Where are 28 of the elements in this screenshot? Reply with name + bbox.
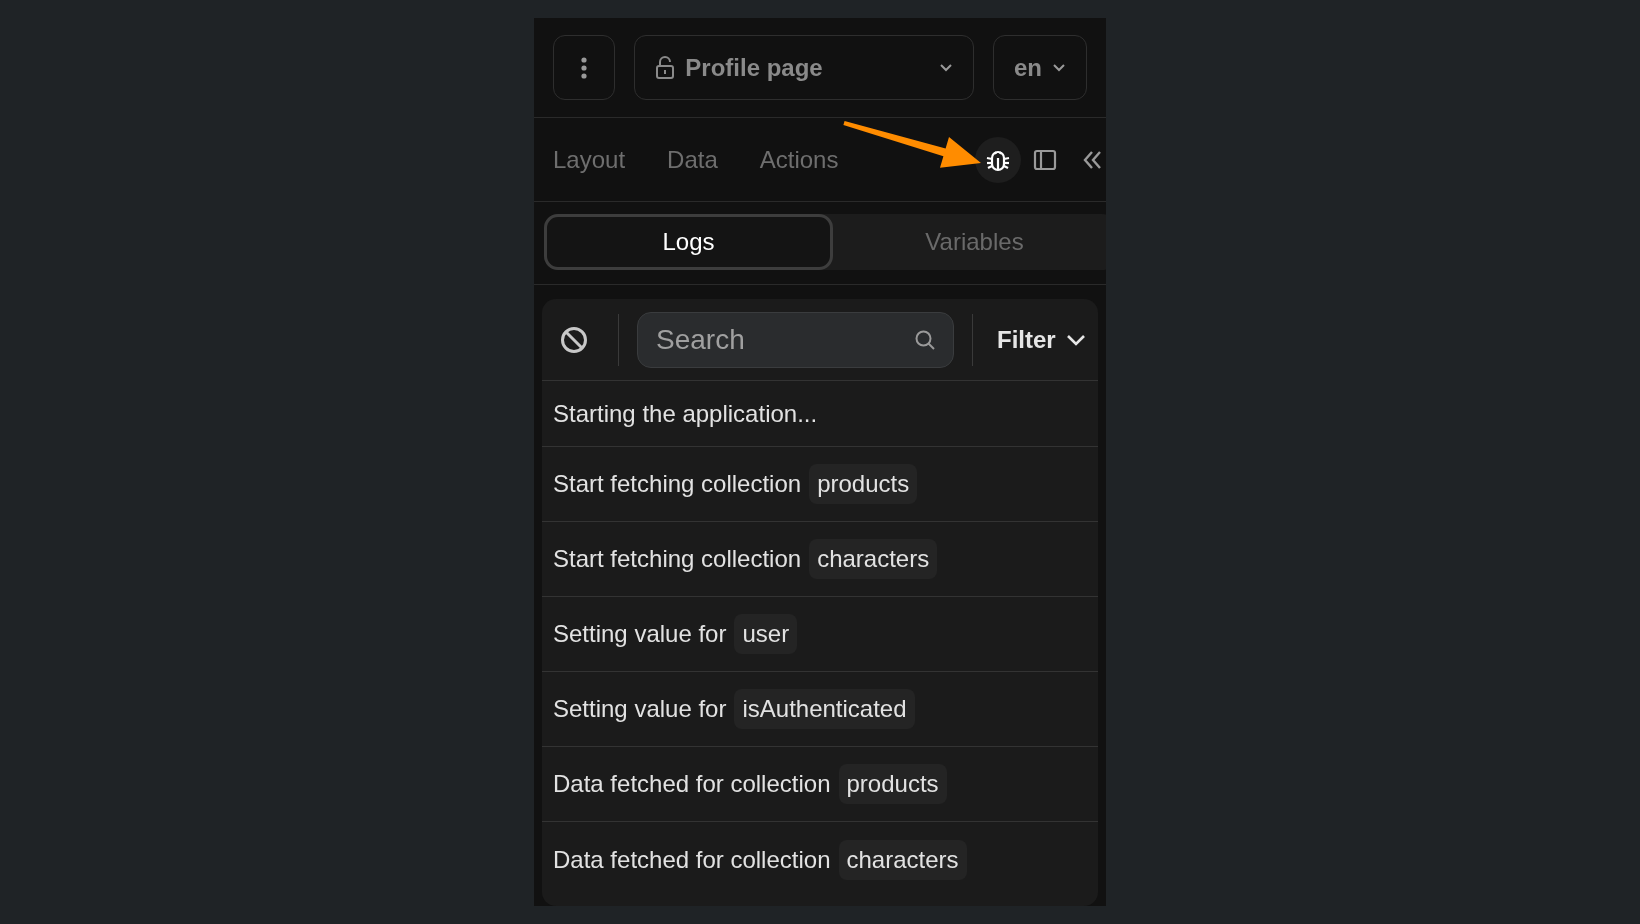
page-dropdown[interactable]: Profile page bbox=[634, 35, 974, 100]
variable-tag: characters bbox=[809, 539, 938, 579]
segment-tab[interactable]: Variables bbox=[833, 214, 1106, 270]
chevron-down-icon bbox=[939, 62, 953, 73]
chevron-down-icon bbox=[1052, 62, 1066, 73]
log-message: Setting value for bbox=[553, 619, 727, 649]
search-field[interactable]: Search bbox=[637, 311, 954, 368]
variable-tag: products bbox=[809, 464, 918, 504]
segment-tab[interactable]: Logs bbox=[544, 214, 833, 270]
clear-icon[interactable] bbox=[560, 325, 588, 354]
more-icon bbox=[580, 55, 589, 80]
log-message: Data fetched for collection bbox=[553, 769, 831, 799]
chevron-down-icon bbox=[1065, 332, 1086, 347]
log-message: Start fetching collection bbox=[553, 469, 802, 499]
variable-tag: isAuthenticated bbox=[734, 689, 915, 729]
log-message: Data fetched for collection bbox=[553, 844, 831, 875]
filter-dropdown[interactable]: Filter bbox=[997, 321, 1086, 358]
variable-tag: characters bbox=[838, 839, 967, 880]
log-message: Starting the application... bbox=[553, 398, 818, 429]
language-dropdown[interactable]: en bbox=[993, 35, 1087, 100]
tab[interactable]: Layout bbox=[553, 141, 626, 178]
log-message: Start fetching collection bbox=[553, 544, 802, 574]
variable-tag: products bbox=[838, 764, 947, 804]
tab[interactable]: Data bbox=[667, 141, 718, 178]
tab[interactable]: Actions bbox=[759, 141, 839, 178]
variable-tag: user bbox=[734, 614, 798, 654]
log-message: Setting value for bbox=[553, 694, 727, 724]
search-icon bbox=[914, 328, 936, 351]
